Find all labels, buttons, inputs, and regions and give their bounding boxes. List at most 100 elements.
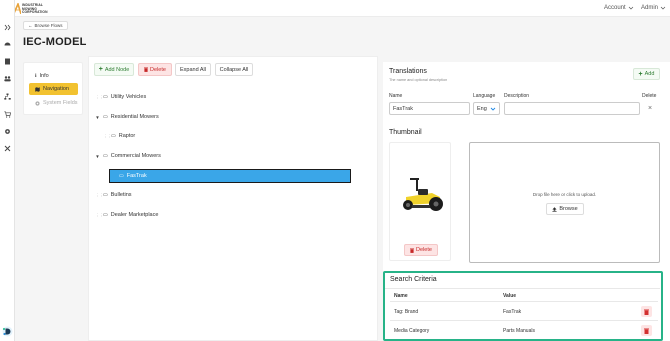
dashboard-icon[interactable] xyxy=(4,40,11,47)
remove-translation-icon[interactable]: × xyxy=(648,105,652,112)
tree-node-label: Residential Mowers xyxy=(110,114,159,120)
language-select[interactable]: Eng xyxy=(473,102,500,115)
tree-node-label: Utility Vehicles xyxy=(110,94,147,100)
translation-name-input[interactable]: FasTrak xyxy=(389,102,470,115)
collapse-all-label: Collapse All xyxy=(219,66,249,73)
folder-icon: ▭ xyxy=(103,94,108,100)
delete-column-label: Delete xyxy=(642,93,657,99)
tree-node[interactable]: ⋮⋮ ▭ Dealer Marketplace xyxy=(95,209,158,221)
criteria-row-name: Media Category xyxy=(394,328,430,334)
caret-down-icon[interactable]: ▼ xyxy=(95,115,100,120)
tree-node[interactable]: ▼ ▭ Residential Mowers xyxy=(95,111,159,123)
criteria-value-header: Value xyxy=(503,293,517,299)
plus-icon: + xyxy=(638,70,643,78)
delete-criteria-button[interactable] xyxy=(641,306,652,317)
sidenav-item-info[interactable]: i Info xyxy=(29,70,78,82)
add-translation-button[interactable]: + Add xyxy=(633,68,660,80)
translation-name-value: FasTrak xyxy=(393,105,413,112)
translations-subtitle: The name and optional description xyxy=(389,78,448,82)
add-node-label: Add Node xyxy=(104,66,130,73)
trash-icon xyxy=(644,309,649,315)
tree-node-label: Commercial Mowers xyxy=(110,153,161,159)
tree-node-label: Dealer Marketplace xyxy=(110,212,159,218)
users-icon[interactable] xyxy=(4,75,11,82)
thumbnail-dropzone[interactable]: Drop file here or click to upload. Brows… xyxy=(469,142,660,263)
divider xyxy=(385,288,660,289)
drag-handle-icon[interactable]: ⋮⋮ xyxy=(103,134,112,139)
side-nav-card: i Info Navigation System Fields xyxy=(23,62,83,115)
delete-criteria-button[interactable] xyxy=(641,325,652,336)
tree-panel: + Add Node Delete Expand All Collapse Al… xyxy=(88,56,378,341)
criteria-name-header: Name xyxy=(394,293,408,299)
drag-handle-icon[interactable]: ⋮⋮ xyxy=(95,95,104,100)
translations-title: Translations xyxy=(389,68,427,75)
browse-label: Browse xyxy=(559,206,578,212)
left-rail xyxy=(0,0,15,341)
tree-node[interactable]: ⋮⋮ ▭ Bulletins xyxy=(95,189,132,201)
delete-thumbnail-label: Delete xyxy=(416,247,432,253)
gear-icon xyxy=(35,100,40,106)
divider xyxy=(390,301,658,302)
tree-node-label: FasTrak xyxy=(126,173,147,179)
cart-icon[interactable] xyxy=(4,111,11,118)
sitemap-icon[interactable] xyxy=(4,93,11,100)
folder-icon: ▭ xyxy=(103,192,108,198)
tree-node-label: Bulletins xyxy=(110,192,132,198)
trash-icon xyxy=(144,67,149,72)
sidenav-label: Navigation xyxy=(43,86,69,92)
name-column-label: Name xyxy=(389,93,403,99)
tree-node[interactable]: ▼ ▭ Commercial Mowers xyxy=(95,150,161,162)
app-brand-icon[interactable] xyxy=(2,326,13,337)
mower-image xyxy=(403,178,443,211)
tree-node[interactable]: ⋮⋮ ▭ Utility Vehicles xyxy=(95,91,146,103)
drag-handle-icon[interactable]: ⋮⋮ xyxy=(95,193,104,198)
divider xyxy=(390,320,658,321)
tree-node-label: Raptor xyxy=(118,133,136,139)
trash-icon xyxy=(410,248,415,253)
arrow-left-icon: ← xyxy=(28,23,33,28)
language-value: Eng xyxy=(477,105,487,112)
delete-thumbnail-button[interactable]: Delete xyxy=(404,244,438,256)
expand-rail-icon[interactable] xyxy=(4,24,11,31)
folder-icon: ▭ xyxy=(119,173,124,179)
search-criteria-title: Search Criteria xyxy=(390,276,437,283)
caret-down-icon[interactable]: ▼ xyxy=(95,154,100,159)
criteria-row-value: FasTrak xyxy=(503,309,522,315)
dropzone-text: Drop file here or click to upload. xyxy=(532,192,597,197)
expand-all-button[interactable]: Expand All xyxy=(175,63,211,76)
settings-gear-icon[interactable] xyxy=(4,128,11,135)
page-title: IEC-MODEL xyxy=(23,36,87,48)
collapse-all-button[interactable]: Collapse All xyxy=(215,63,253,76)
sidenav-item-navigation[interactable]: Navigation xyxy=(29,83,78,95)
account-label: Account xyxy=(604,5,626,11)
breadcrumb-label: Browse Flows xyxy=(34,23,63,28)
sidenav-label: System Fields xyxy=(43,100,78,106)
book-icon[interactable] xyxy=(4,58,11,65)
trash-icon xyxy=(644,328,649,334)
thumbnail-card: Delete xyxy=(389,142,451,261)
logo-line-3: CORPORATION xyxy=(22,10,48,15)
breadcrumb[interactable]: ← Browse Flows xyxy=(23,21,68,30)
sidenav-item-system-fields[interactable]: System Fields xyxy=(29,97,78,109)
chevron-down-icon xyxy=(628,6,633,10)
tree-node[interactable]: ⋮⋮ ▭ Raptor xyxy=(103,130,135,142)
browse-button[interactable]: Browse xyxy=(546,203,584,215)
criteria-row-name: Tag: Brand xyxy=(394,309,419,315)
criteria-row-value: Parts Manuals xyxy=(503,328,535,334)
drag-handle-icon[interactable]: ⋮⋮ xyxy=(95,213,104,218)
folder-icon: ▭ xyxy=(103,153,108,159)
translation-description-input[interactable] xyxy=(504,102,640,115)
tree-node-selected-content: ▭ FasTrak xyxy=(119,173,147,179)
search-criteria-section: Search Criteria Name Value Tag: Brand Fa… xyxy=(383,271,663,341)
add-node-button[interactable]: + Add Node xyxy=(94,63,134,76)
chevron-down-icon xyxy=(490,107,496,111)
language-column-label: Language xyxy=(473,93,496,99)
thumbnail-title: Thumbnail xyxy=(389,129,422,136)
delete-node-button[interactable]: Delete xyxy=(138,63,172,76)
folder-icon: ▭ xyxy=(103,212,108,218)
logo-text: INDUSTRIAL MOWING CORPORATION xyxy=(22,3,48,15)
admin-menu[interactable]: Admin xyxy=(641,5,666,11)
delete-label: Delete xyxy=(150,66,166,73)
tools-icon[interactable] xyxy=(4,145,11,152)
account-menu[interactable]: Account xyxy=(604,5,634,11)
